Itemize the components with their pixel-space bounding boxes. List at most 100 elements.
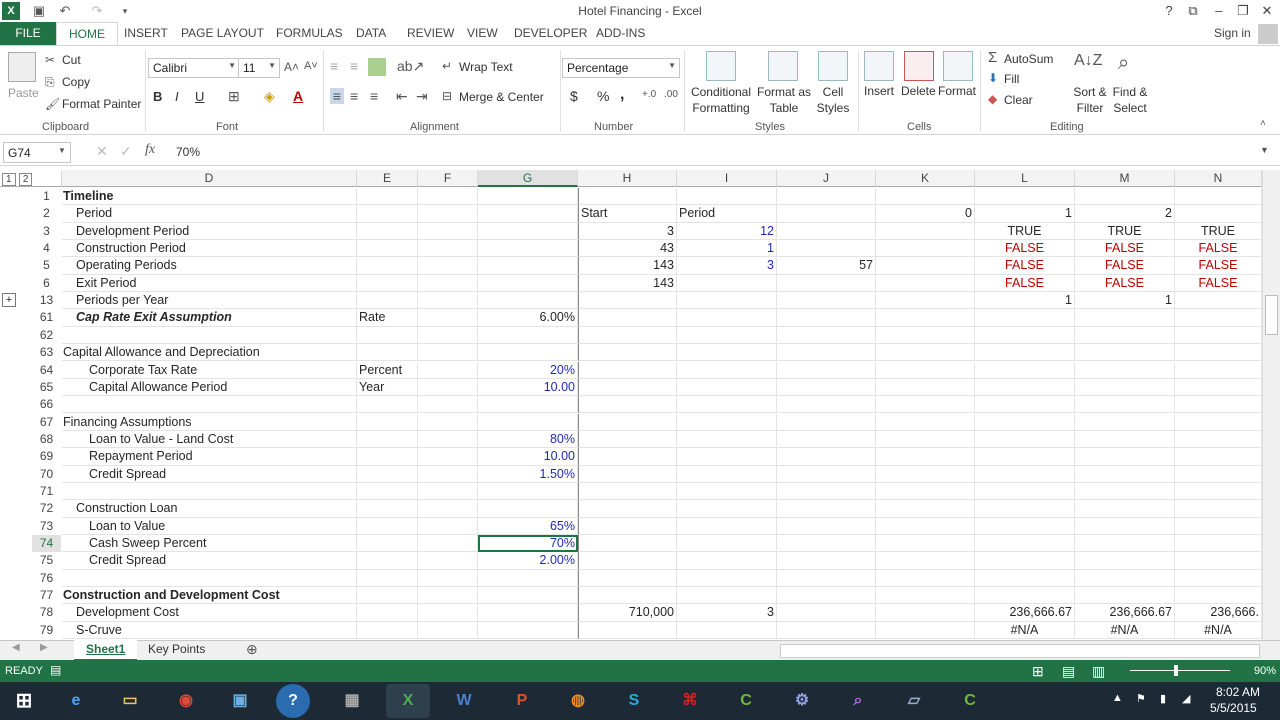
cell-e[interactable]	[357, 517, 418, 535]
align-top-icon[interactable]: ≡	[330, 58, 338, 74]
row-header[interactable]: 68	[32, 430, 61, 449]
cell-e[interactable]: Rate	[357, 309, 418, 327]
minimize-icon[interactable]: –	[1206, 0, 1232, 22]
shrink-font-icon[interactable]: A˅	[304, 60, 318, 72]
cell-l[interactable]	[975, 569, 1075, 587]
cell-g[interactable]	[478, 274, 578, 293]
sheet-tab-key-points[interactable]: Key Points	[148, 642, 205, 656]
cell-d[interactable]: Cap Rate Exit Assumption	[62, 309, 357, 327]
row-header[interactable]: 72	[32, 500, 61, 518]
cell-m[interactable]: 1	[1075, 292, 1175, 310]
cell-j[interactable]: 57	[777, 257, 876, 275]
cell-h[interactable]	[578, 500, 677, 518]
row-header[interactable]: 3	[32, 222, 61, 240]
cell-d[interactable]: Construction Loan	[62, 500, 357, 518]
cell-j[interactable]	[777, 396, 876, 414]
cell-n[interactable]	[1175, 448, 1262, 466]
cell-m[interactable]	[1075, 482, 1175, 501]
tab-add-ins[interactable]: ADD-INS	[596, 26, 645, 40]
cell-m[interactable]	[1075, 500, 1175, 518]
cell-h[interactable]: 43	[578, 240, 677, 258]
cell-l[interactable]	[975, 188, 1075, 206]
cell-k[interactable]	[876, 621, 975, 640]
cell-d[interactable]	[62, 569, 357, 587]
cell-n[interactable]	[1175, 535, 1262, 553]
cell-h[interactable]	[578, 587, 677, 605]
cell-f[interactable]	[418, 569, 478, 587]
cell-k[interactable]	[876, 535, 975, 553]
row-header[interactable]: 70	[32, 465, 61, 483]
cell-k[interactable]	[876, 413, 975, 431]
cell-l[interactable]	[975, 430, 1075, 449]
cell-d[interactable]	[62, 482, 357, 501]
cell-k[interactable]	[876, 274, 975, 293]
column-header-l[interactable]: L	[975, 170, 1075, 187]
macro-record-icon[interactable]: ▤	[50, 663, 61, 677]
cell-h[interactable]: 3	[578, 222, 677, 240]
insert-function-icon[interactable]: fx	[145, 142, 155, 158]
normal-view-icon[interactable]: ⊞	[1032, 663, 1044, 680]
percent-button[interactable]: %	[597, 88, 609, 104]
vertical-scrollbar[interactable]	[1262, 170, 1280, 640]
cell-k[interactable]	[876, 517, 975, 535]
signal-icon[interactable]: ◢	[1182, 692, 1190, 705]
cell-n[interactable]	[1175, 188, 1262, 206]
cell-styles-button[interactable]: Cell Styles	[810, 84, 856, 116]
column-header-i[interactable]: I	[677, 170, 777, 187]
cell-g[interactable]: 80%	[478, 430, 578, 449]
cell-d[interactable]: Construction and Development Cost	[62, 587, 357, 605]
cell-g[interactable]: 10.00	[478, 448, 578, 466]
battery-icon[interactable]: ▮	[1160, 692, 1166, 705]
formula-input[interactable]: 70%	[176, 145, 200, 159]
cell-n[interactable]	[1175, 552, 1262, 570]
cell-n[interactable]	[1175, 500, 1262, 518]
decrease-decimal-icon[interactable]: .00	[664, 89, 678, 100]
chrome-icon[interactable]: ◉	[164, 684, 208, 718]
expand-group-icon[interactable]: +	[2, 293, 16, 308]
cell-i[interactable]	[677, 482, 777, 501]
cell-n[interactable]	[1175, 205, 1262, 223]
cell-k[interactable]	[876, 587, 975, 605]
paste-button[interactable]: Paste	[8, 86, 39, 100]
fill-button[interactable]: Fill	[1004, 72, 1019, 86]
cell-m[interactable]	[1075, 535, 1175, 553]
cell-e[interactable]	[357, 465, 418, 483]
cell-n[interactable]	[1175, 361, 1262, 379]
cell-k[interactable]	[876, 188, 975, 206]
cell-l[interactable]	[975, 396, 1075, 414]
prev-sheet-icon[interactable]: ◀	[12, 642, 20, 653]
cell-m[interactable]: FALSE	[1075, 240, 1175, 258]
cell-f[interactable]	[418, 257, 478, 275]
cell-h[interactable]	[578, 326, 677, 345]
cell-g[interactable]	[478, 205, 578, 223]
cancel-icon[interactable]: ✕	[96, 143, 108, 160]
cell-m[interactable]	[1075, 465, 1175, 483]
cell-g[interactable]	[478, 396, 578, 414]
conditional-formatting-button[interactable]: Conditional Formatting	[688, 84, 754, 116]
cell-h[interactable]	[578, 517, 677, 535]
cell-h[interactable]	[578, 535, 677, 553]
cell-m[interactable]	[1075, 309, 1175, 327]
cell-e[interactable]	[357, 274, 418, 293]
page-layout-view-icon[interactable]: ▤	[1062, 663, 1075, 680]
cell-h[interactable]	[578, 413, 677, 431]
row-header[interactable]: 74	[32, 535, 61, 553]
cell-h[interactable]	[578, 465, 677, 483]
row-header[interactable]: 64	[32, 361, 61, 379]
cell-i[interactable]	[677, 361, 777, 379]
cell-f[interactable]	[418, 500, 478, 518]
cell-d[interactable]: Exit Period	[62, 274, 357, 293]
align-right-icon[interactable]: ≡	[370, 88, 378, 104]
cell-i[interactable]	[677, 326, 777, 345]
cell-m[interactable]	[1075, 552, 1175, 570]
row-header[interactable]: 66	[32, 396, 61, 414]
align-middle-icon[interactable]: ≡	[350, 58, 358, 74]
cell-m[interactable]	[1075, 396, 1175, 414]
row-header[interactable]: 2	[32, 205, 61, 223]
cell-e[interactable]	[357, 552, 418, 570]
excel-taskbar-icon[interactable]: X	[386, 684, 430, 718]
cell-h[interactable]: 143	[578, 274, 677, 293]
cell-j[interactable]	[777, 344, 876, 362]
cell-f[interactable]	[418, 413, 478, 431]
cell-g[interactable]: 65%	[478, 517, 578, 535]
